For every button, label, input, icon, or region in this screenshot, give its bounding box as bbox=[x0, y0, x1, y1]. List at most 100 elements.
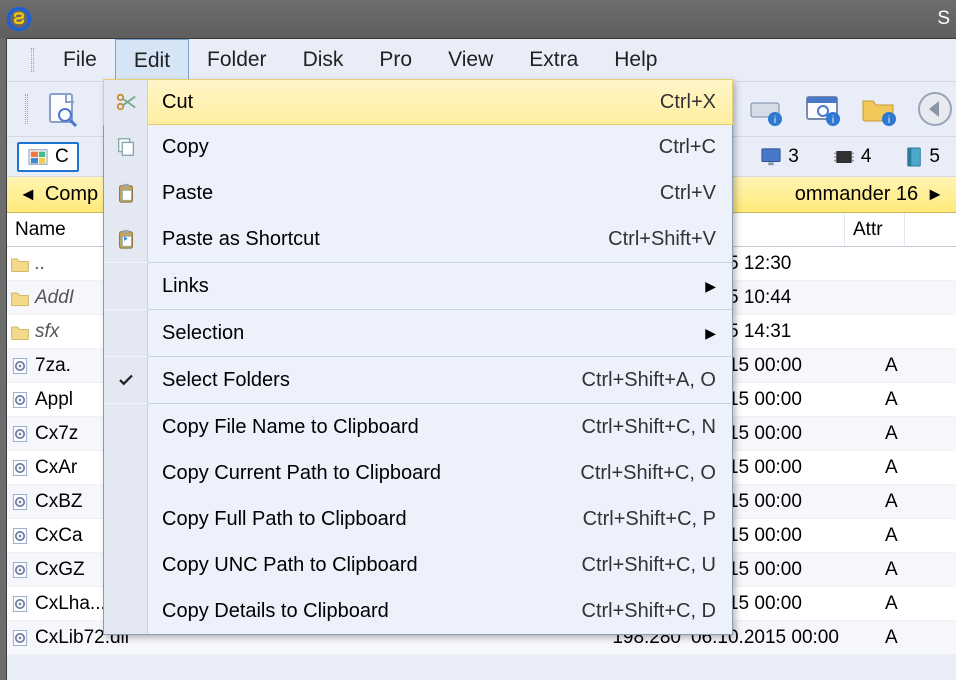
dll-icon bbox=[7, 424, 33, 444]
menu-disk[interactable]: Disk bbox=[285, 39, 362, 81]
menu-shortcut: Ctrl+X bbox=[660, 91, 732, 114]
path-left-arrow-icon[interactable]: ◄ bbox=[15, 184, 41, 205]
dll-icon bbox=[7, 356, 33, 376]
menu-item-cut[interactable]: CutCtrl+X bbox=[103, 79, 733, 125]
menu-item-copy[interactable]: CopyCtrl+C bbox=[104, 124, 732, 170]
menu-item-paste-as-shortcut[interactable]: Paste as ShortcutCtrl+Shift+V bbox=[104, 216, 732, 262]
menu-item-label: Copy Full Path to Clipboard bbox=[148, 508, 583, 531]
menu-shortcut: Ctrl+Shift+C, N bbox=[582, 416, 732, 439]
monitor-icon bbox=[760, 147, 782, 167]
menu-item-links[interactable]: Links▶ bbox=[104, 263, 732, 309]
file-attr: A bbox=[871, 423, 931, 445]
app-logo-icon bbox=[6, 6, 32, 32]
dll-icon bbox=[7, 594, 33, 614]
menu-item-label: Paste bbox=[148, 182, 660, 205]
dll-icon bbox=[7, 390, 33, 410]
edit-menu-dropdown: CutCtrl+XCopyCtrl+CPasteCtrl+VPaste as S… bbox=[103, 79, 733, 635]
file-attr: A bbox=[871, 525, 931, 547]
dll-icon bbox=[7, 458, 33, 478]
menu-item-copy-file-name-to-clipboard[interactable]: Copy File Name to ClipboardCtrl+Shift+C,… bbox=[104, 404, 732, 450]
menu-shortcut: Ctrl+Shift+V bbox=[608, 228, 732, 251]
path-segment[interactable]: ommander 16 bbox=[791, 183, 922, 206]
file-attr: A bbox=[871, 457, 931, 479]
menu-shortcut: Ctrl+Shift+A, O bbox=[582, 369, 733, 392]
check-icon bbox=[104, 357, 148, 403]
svg-text:i: i bbox=[832, 115, 834, 126]
menu-gutter bbox=[104, 496, 148, 542]
file-attr: A bbox=[871, 627, 931, 649]
dll-icon bbox=[7, 526, 33, 546]
folder-icon bbox=[7, 289, 33, 307]
menu-gutter bbox=[104, 310, 148, 356]
search-doc-icon[interactable] bbox=[42, 88, 84, 130]
folder-icon bbox=[7, 255, 33, 273]
path-segment[interactable]: Comp bbox=[41, 183, 102, 206]
column-attr[interactable]: Attr bbox=[845, 213, 905, 246]
menu-shortcut: Ctrl+Shift+C, D bbox=[582, 600, 732, 623]
menu-gutter bbox=[104, 404, 148, 450]
drive-3[interactable]: 3 bbox=[752, 144, 807, 170]
menu-item-label: Paste as Shortcut bbox=[148, 228, 608, 251]
menu-item-label: Cut bbox=[148, 91, 660, 114]
menu-item-label: Copy File Name to Clipboard bbox=[148, 416, 582, 439]
menu-shortcut: Ctrl+Shift+C, U bbox=[582, 554, 732, 577]
file-attr: A bbox=[871, 559, 931, 581]
toolbar-grip[interactable] bbox=[31, 39, 39, 81]
copy-icon bbox=[104, 124, 148, 170]
svg-text:i: i bbox=[774, 115, 776, 126]
back-icon[interactable] bbox=[914, 88, 956, 130]
win-icon bbox=[27, 148, 49, 166]
path-right-arrow-icon[interactable]: ► bbox=[922, 184, 948, 205]
menu-item-copy-unc-path-to-clipboard[interactable]: Copy UNC Path to ClipboardCtrl+Shift+C, … bbox=[104, 542, 732, 588]
menu-item-copy-current-path-to-clipboard[interactable]: Copy Current Path to ClipboardCtrl+Shift… bbox=[104, 450, 732, 496]
menu-item-label: Copy Details to Clipboard bbox=[148, 600, 582, 623]
menu-item-label: Copy bbox=[148, 136, 659, 159]
file-attr: A bbox=[871, 389, 931, 411]
menu-item-copy-full-path-to-clipboard[interactable]: Copy Full Path to ClipboardCtrl+Shift+C,… bbox=[104, 496, 732, 542]
menu-shortcut: Ctrl+Shift+C, O bbox=[580, 462, 732, 485]
menu-bar: FileEditFolderDiskProViewExtraHelp bbox=[7, 39, 956, 81]
menu-item-label: Copy Current Path to Clipboard bbox=[148, 462, 580, 485]
menu-help[interactable]: Help bbox=[596, 39, 675, 81]
menu-item-label: Copy UNC Path to Clipboard bbox=[148, 554, 582, 577]
submenu-arrow-icon: ▶ bbox=[705, 278, 732, 295]
drive-5[interactable]: 5 bbox=[897, 144, 948, 170]
drive-info-icon[interactable]: i bbox=[746, 88, 788, 130]
toolbar-grip[interactable] bbox=[25, 94, 28, 124]
book-icon bbox=[905, 146, 923, 168]
file-attr: A bbox=[871, 491, 931, 513]
menu-view[interactable]: View bbox=[430, 39, 511, 81]
chip-icon bbox=[833, 148, 855, 166]
svg-text:i: i bbox=[888, 115, 890, 126]
menu-gutter bbox=[104, 588, 148, 634]
menu-extra[interactable]: Extra bbox=[511, 39, 596, 81]
menu-pro[interactable]: Pro bbox=[361, 39, 430, 81]
menu-file[interactable]: File bbox=[45, 39, 115, 81]
menu-shortcut: Ctrl+Shift+C, P bbox=[583, 508, 732, 531]
paste-shortcut-icon bbox=[104, 216, 148, 262]
file-attr: A bbox=[871, 593, 931, 615]
drive-4[interactable]: 4 bbox=[825, 144, 880, 170]
menu-folder[interactable]: Folder bbox=[189, 39, 285, 81]
menu-gutter bbox=[104, 263, 148, 309]
menu-item-selection[interactable]: Selection▶ bbox=[104, 310, 732, 356]
drive-C[interactable]: C bbox=[17, 142, 79, 172]
menu-item-paste[interactable]: PasteCtrl+V bbox=[104, 170, 732, 216]
menu-item-label: Selection bbox=[148, 322, 705, 345]
menu-item-label: Select Folders bbox=[148, 369, 582, 392]
scissors-icon bbox=[104, 80, 148, 124]
window-search-icon[interactable]: i bbox=[802, 88, 844, 130]
menu-item-select-folders[interactable]: Select FoldersCtrl+Shift+A, O bbox=[104, 357, 732, 403]
folder-info-icon[interactable]: i bbox=[858, 88, 900, 130]
paste-icon bbox=[104, 170, 148, 216]
menu-item-copy-details-to-clipboard[interactable]: Copy Details to ClipboardCtrl+Shift+C, D bbox=[104, 588, 732, 634]
dll-icon bbox=[7, 492, 33, 512]
file-attr: A bbox=[871, 355, 931, 377]
folder-icon bbox=[7, 323, 33, 341]
app-window: FileEditFolderDiskProViewExtraHelp i i i… bbox=[6, 38, 956, 680]
menu-edit[interactable]: Edit bbox=[115, 39, 189, 81]
title-text: S bbox=[937, 8, 950, 30]
menu-shortcut: Ctrl+C bbox=[659, 136, 732, 159]
dll-icon bbox=[7, 628, 33, 648]
menu-item-label: Links bbox=[148, 275, 705, 298]
